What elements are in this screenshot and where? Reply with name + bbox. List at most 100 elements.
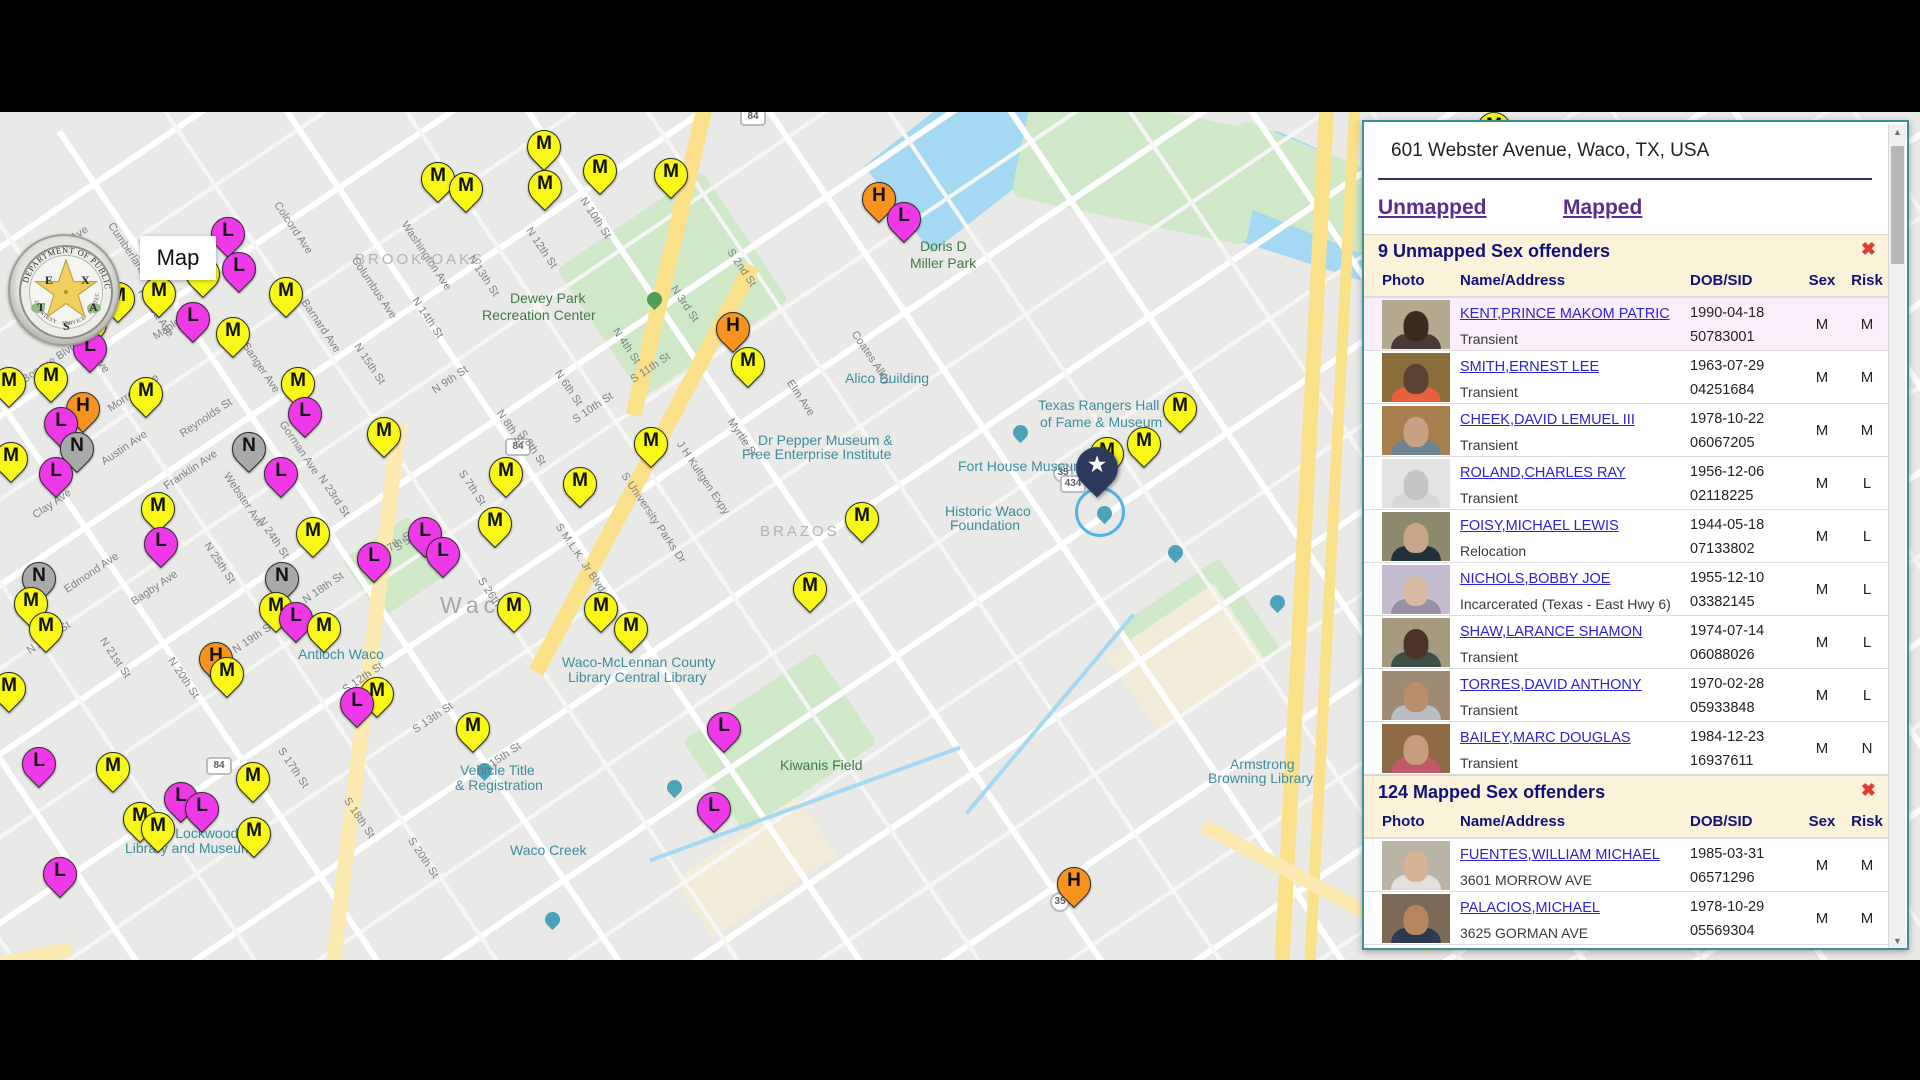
offender-pin-l[interactable]: L [177,784,227,838]
offender-pin-l[interactable]: L [214,244,264,298]
offender-row[interactable]: ROLAND,CHARLES RAY Transient 1956-12-06 021… [1364,457,1892,510]
pin-risk-letter: L [155,530,167,551]
tab-mapped[interactable]: Mapped [1563,196,1642,219]
offender-name-link[interactable]: NICHOLS,BOBBY JOE [1460,571,1610,587]
offender-pin-m[interactable]: M [121,369,171,423]
offender-pin-m[interactable]: M [448,704,498,758]
offender-mugshot [1382,893,1450,943]
offender-pin-n[interactable]: N [224,424,274,478]
offender-pin-m[interactable]: M [489,584,539,638]
map-type-button[interactable]: Map [140,236,216,280]
offender-row[interactable]: CHEEK,DAVID LEMUEL III Transient 1978-10-2… [1364,404,1892,457]
offender-pin-m[interactable]: M [646,150,696,204]
offender-pin-m[interactable]: M [606,604,656,658]
offender-pin-m[interactable]: M [134,269,184,323]
star-icon: ★ [1086,451,1108,477]
section-close-icon[interactable]: ✖ [1861,780,1876,801]
offender-name-link[interactable]: SHAW,LARANCE SHAMON [1460,624,1642,640]
offender-pin-m[interactable]: M [0,664,34,718]
offender-pin-m[interactable]: M [555,459,605,513]
offender-photo-cell [1364,722,1460,774]
offender-name-link[interactable]: FUENTES,WILLIAM MICHAEL [1460,847,1660,863]
offender-name-link[interactable]: CHEEK,DAVID LEMUEL III [1460,412,1635,428]
offender-row[interactable]: SMITH,ERNEST LEE Transient 1963-07-29 04251… [1364,351,1892,404]
offender-row[interactable]: BAILEY,MARC DOUGLAS Transient 1984-12-23 16… [1364,722,1892,775]
scroll-up-arrow-icon[interactable]: ▲ [1889,124,1906,141]
scroll-down-arrow-icon[interactable]: ▼ [1889,933,1906,948]
offender-pin-m[interactable]: M [1155,384,1205,438]
offender-name-link[interactable]: TORRES,DAVID ANTHONY [1460,677,1642,693]
offender-pin-m[interactable]: M [481,449,531,503]
offender-pin-m[interactable]: M [21,604,71,658]
pin-risk-letter: L [275,460,287,481]
offender-pin-m[interactable]: M [299,604,349,658]
offender-pin-l[interactable]: L [689,784,739,838]
offender-pin-m[interactable]: M [208,309,258,363]
offender-row[interactable]: SHAW,LARANCE SHAMON Transient 1974-07-14 06… [1364,616,1892,669]
offender-pin-l[interactable]: L [31,449,81,503]
offender-results-panel[interactable]: 601 Webster Avenue, Waco, TX, USA Unmapp… [1362,120,1909,950]
offender-name-link[interactable]: SMITH,ERNEST LEE [1460,359,1599,375]
offender-pin-m[interactable]: M [0,359,34,413]
offender-name-cell: KENT,PRINCE MAKOM PATRIC Transient [1460,298,1690,350]
offender-pin-m[interactable]: M [575,146,625,200]
offender-pin-m[interactable]: M [261,269,311,323]
pin-risk-letter: L [196,795,208,816]
offender-pin-m[interactable]: M [785,564,835,618]
pin-risk-letter: M [150,815,166,836]
pin-risk-letter: M [305,520,321,541]
offender-pin-l[interactable]: L [879,194,929,248]
offender-pin-m[interactable]: M [520,162,570,216]
offender-pin-l[interactable]: L [280,389,330,443]
offender-dob: 1974-07-14 [1690,623,1765,639]
offender-results-scroll-area[interactable]: 601 Webster Avenue, Waco, TX, USA Unmapp… [1364,122,1892,948]
offender-name-link[interactable]: FOISY,MICHAEL LEWIS [1460,518,1619,534]
offender-pin-l[interactable]: L [35,849,85,903]
pin-risk-letter: L [222,220,234,241]
offender-pin-m[interactable]: M [228,754,278,808]
offender-pin-l[interactable]: L [699,704,749,758]
offender-pin-h[interactable]: H [1049,859,1099,913]
offender-name-link[interactable]: PALACIOS,MICHAEL [1460,900,1600,916]
offender-row[interactable]: FOISY,MICHAEL LEWIS Relocation 1944-05-18 0… [1364,510,1892,563]
offender-pin-m[interactable]: M [288,509,338,563]
offender-sex: M [1815,856,1829,874]
scrollbar-thumb[interactable] [1891,146,1904,264]
offender-pin-m[interactable]: M [0,434,36,488]
offender-row[interactable]: TORRES,DAVID ANTHONY Transient 1970-02-28 0… [1364,669,1892,722]
offender-pin-l[interactable]: L [14,739,64,793]
offender-name-link[interactable]: BAILEY,MARC DOUGLAS [1460,730,1631,746]
offender-row[interactable]: NICHOLS,BOBBY JOE Incarcerated (Texas - E… [1364,563,1892,616]
panel-tabs[interactable]: Unmapped Mapped [1364,180,1892,234]
offender-pin-l[interactable]: L [136,519,186,573]
offender-pin-m[interactable]: M [359,409,409,463]
offender-pin-m[interactable]: M [837,494,887,548]
offender-pin-l[interactable]: L [256,449,306,503]
search-location-star-marker[interactable]: ★ [1067,438,1127,505]
offender-pin-m[interactable]: M [626,419,676,473]
offender-name-link[interactable]: KENT,PRINCE MAKOM PATRIC [1460,306,1670,322]
offender-row[interactable]: KENT,PRINCE MAKOM PATRIC Transient 1990-04… [1364,298,1892,351]
offender-pin-m[interactable]: M [133,804,183,858]
offender-name-link[interactable]: ROLAND,CHARLES RAY [1460,465,1626,481]
offender-pin-m[interactable]: M [88,744,138,798]
offender-row[interactable]: PALACIOS,MICHAEL 3625 GORMAN AVE 1978-10-2… [1364,892,1892,945]
pin-risk-letter: M [246,820,262,841]
offender-pin-m[interactable]: M [202,649,252,703]
section-close-icon[interactable]: ✖ [1861,239,1876,260]
offender-dob-sid-cell: 1970-02-28 05933848 [1690,669,1800,721]
offender-pin-l[interactable]: L [332,679,382,733]
offender-row[interactable]: FUENTES,WILLIAM MICHAEL 3601 MORROW AVE 19… [1364,839,1892,892]
offender-sid: 06088026 [1690,647,1755,663]
offender-pin-m[interactable]: M [441,164,491,218]
offender-pin-l[interactable]: L [168,294,218,348]
offender-pin-l[interactable]: L [418,529,468,583]
offender-pin-m[interactable]: M [723,339,773,393]
tab-unmapped[interactable]: Unmapped [1378,196,1487,219]
offender-pin-l[interactable]: L [349,534,399,588]
offender-pin-m[interactable]: M [229,809,279,863]
offender-pin-m[interactable]: M [1119,419,1169,473]
offender-pin-m[interactable]: M [470,499,520,553]
offender-pin-m[interactable]: M [26,354,76,408]
panel-scrollbar[interactable]: ▲ ▼ [1888,124,1906,948]
